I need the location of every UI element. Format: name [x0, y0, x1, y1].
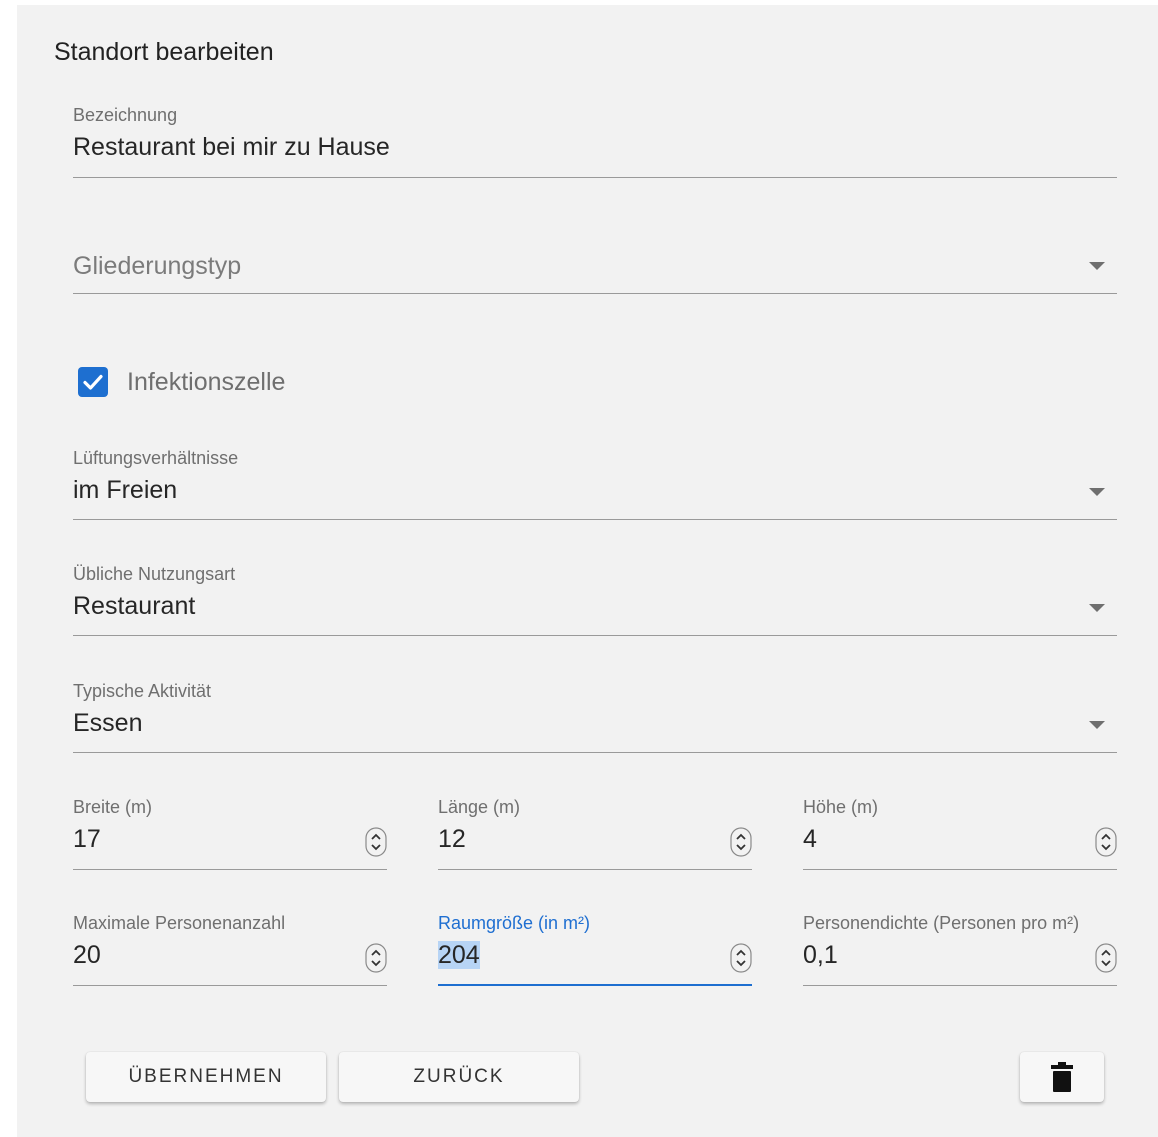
nutzungsart-label: Übliche Nutzungsart	[73, 564, 236, 584]
raumgroesse-underline	[438, 984, 752, 986]
bezeichnung-underline	[73, 177, 1117, 178]
infektionszelle-label: Infektionszelle	[127, 368, 286, 396]
laenge-field[interactable]: Länge (m) 12	[438, 797, 752, 870]
raumgroesse-selected-text: 204	[438, 941, 480, 969]
chevron-down-icon	[1089, 721, 1105, 729]
hoehe-field[interactable]: Höhe (m) 4	[803, 797, 1117, 870]
bezeichnung-field[interactable]: Bezeichnung Restaurant bei mir zu Hause	[73, 105, 1117, 178]
personendichte-label: Personendichte (Personen pro m²)	[803, 913, 1080, 933]
personendichte-underline	[803, 985, 1117, 986]
laenge-underline	[438, 869, 752, 870]
hoehe-underline	[803, 869, 1117, 870]
number-spinner-icon[interactable]	[730, 827, 752, 857]
gliederungstyp-select[interactable]: Gliederungstyp	[73, 236, 1117, 294]
lueftung-underline	[73, 519, 1117, 520]
breite-field[interactable]: Breite (m) 17	[73, 797, 387, 870]
lueftung-label: Lüftungsverhältnisse	[73, 448, 239, 468]
nutzungsart-underline	[73, 635, 1117, 636]
chevron-down-icon	[1089, 262, 1105, 270]
chevron-down-icon	[1089, 604, 1105, 612]
nutzungsart-value: Restaurant	[73, 592, 196, 620]
number-spinner-icon[interactable]	[365, 827, 387, 857]
breite-underline	[73, 869, 387, 870]
hoehe-label: Höhe (m)	[803, 797, 879, 817]
number-spinner-icon[interactable]	[730, 943, 752, 973]
lueftung-value: im Freien	[73, 476, 178, 504]
raumgroesse-field[interactable]: Raumgröße (in m²) 204	[438, 913, 752, 986]
raumgroesse-label: Raumgröße (in m²)	[438, 913, 591, 933]
aktivitaet-value: Essen	[73, 709, 143, 737]
bezeichnung-input[interactable]: Restaurant bei mir zu Hause	[73, 133, 390, 162]
raumgroesse-input[interactable]: 204	[438, 941, 480, 970]
nutzungsart-select[interactable]: Übliche Nutzungsart Restaurant	[73, 564, 1117, 636]
chevron-down-icon	[1089, 488, 1105, 496]
personendichte-field[interactable]: Personendichte (Personen pro m²) 0,1	[803, 913, 1117, 986]
lueftung-select[interactable]: Lüftungsverhältnisse im Freien	[73, 448, 1117, 520]
hoehe-input[interactable]: 4	[803, 825, 817, 854]
max-personen-input[interactable]: 20	[73, 941, 101, 970]
breite-input[interactable]: 17	[73, 825, 101, 854]
max-personen-field[interactable]: Maximale Personenanzahl 20	[73, 913, 387, 986]
back-button[interactable]: ZURÜCK	[339, 1052, 579, 1102]
apply-button[interactable]: ÜBERNEHMEN	[86, 1052, 326, 1102]
number-spinner-icon[interactable]	[1095, 827, 1117, 857]
max-personen-label: Maximale Personenanzahl	[73, 913, 286, 933]
personendichte-input[interactable]: 0,1	[803, 941, 838, 970]
bezeichnung-label: Bezeichnung	[73, 105, 178, 125]
checkmark-icon	[83, 374, 103, 390]
number-spinner-icon[interactable]	[1095, 943, 1117, 973]
breite-label: Breite (m)	[73, 797, 153, 817]
aktivitaet-underline	[73, 752, 1117, 753]
infektionszelle-checkbox[interactable]	[78, 367, 108, 397]
number-spinner-icon[interactable]	[365, 943, 387, 973]
aktivitaet-select[interactable]: Typische Aktivität Essen	[73, 681, 1117, 753]
laenge-input[interactable]: 12	[438, 825, 466, 854]
max-personen-underline	[73, 985, 387, 986]
delete-button[interactable]	[1020, 1052, 1104, 1102]
gliederungstyp-underline	[73, 293, 1117, 294]
trash-icon	[1051, 1062, 1073, 1092]
form-title: Standort bearbeiten	[54, 38, 274, 66]
gliederungstyp-placeholder: Gliederungstyp	[73, 252, 242, 280]
aktivitaet-label: Typische Aktivität	[73, 681, 212, 701]
laenge-label: Länge (m)	[438, 797, 521, 817]
